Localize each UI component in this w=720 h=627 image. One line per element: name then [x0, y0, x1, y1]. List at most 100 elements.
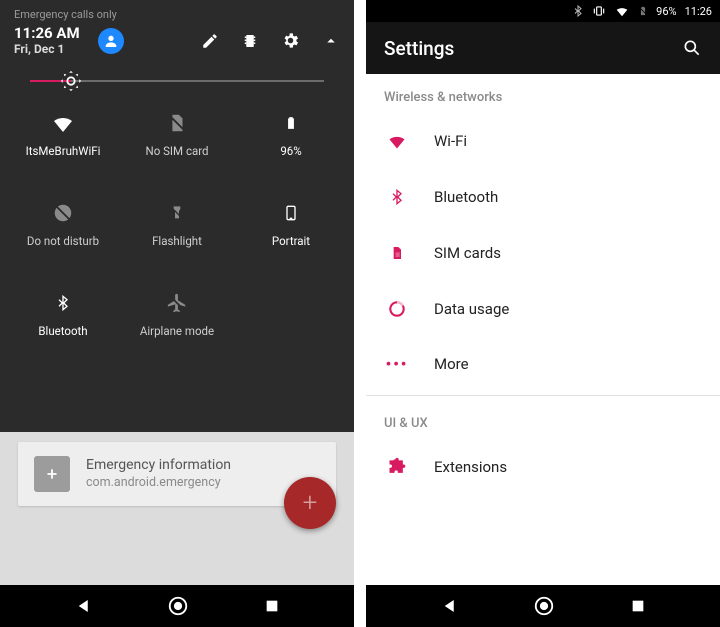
tile-label: Bluetooth [38, 324, 87, 338]
more-icon: ••• [386, 355, 408, 373]
tile-portrait[interactable]: Portrait [234, 188, 348, 260]
wifi-icon [387, 131, 407, 151]
wifi-icon [51, 111, 75, 135]
setting-label: Data usage [434, 300, 509, 318]
tile-label: 96% [280, 144, 301, 158]
collapse-button[interactable] [322, 32, 340, 50]
bluetooth-status-icon [572, 5, 584, 17]
setting-label: SIM cards [434, 244, 501, 262]
gear-icon [281, 31, 300, 50]
date-label: Fri, Dec 1 [14, 42, 80, 56]
qs-header-actions [201, 31, 340, 50]
navigation-bar [0, 585, 354, 627]
bluetooth-icon [389, 187, 405, 207]
setting-label: Extensions [434, 458, 507, 476]
section-wireless: Wireless & networks [366, 74, 720, 113]
plus-box-icon [41, 463, 63, 485]
back-icon [75, 597, 93, 615]
setting-sim[interactable]: SIM cards [366, 225, 720, 281]
notification-title: Emergency information [86, 456, 231, 475]
quick-settings-panel: Emergency calls only 11:26 AM Fri, Dec 1 [0, 0, 354, 627]
recents-icon [264, 598, 280, 614]
tile-label: Airplane mode [140, 324, 214, 338]
tile-dnd[interactable]: Do not disturb [6, 188, 120, 260]
navigation-bar [366, 585, 720, 627]
setting-label: Bluetooth [434, 188, 498, 206]
device-button[interactable] [241, 32, 259, 50]
tile-wifi[interactable]: ItsMeBruhWiFi [6, 98, 120, 170]
airplane-off-icon [166, 292, 188, 314]
tile-no-sim[interactable]: No SIM card [120, 98, 234, 170]
portrait-icon [283, 201, 299, 225]
setting-extensions[interactable]: Extensions [366, 439, 720, 495]
notification-text: Emergency information com.android.emerge… [86, 456, 231, 492]
tile-battery[interactable]: 96% [234, 98, 348, 170]
user-avatar[interactable] [98, 28, 124, 54]
nav-recents[interactable] [630, 598, 646, 614]
pencil-icon [201, 32, 219, 50]
tile-bluetooth[interactable]: Bluetooth [6, 278, 120, 350]
dnd-off-icon [52, 202, 74, 224]
flashlight-off-icon [169, 201, 185, 225]
fab-add[interactable]: + [284, 477, 336, 529]
setting-label: More [434, 355, 469, 373]
qs-clock: 11:26 AM Fri, Dec 1 [14, 25, 80, 56]
recents-icon [630, 598, 646, 614]
wifi-status-icon [614, 4, 630, 18]
setting-bluetooth[interactable]: Bluetooth [366, 169, 720, 225]
extension-icon [387, 457, 407, 477]
battery-percent: 96% [656, 5, 676, 18]
notification-app-icon [34, 456, 70, 492]
nav-back[interactable] [75, 597, 93, 615]
home-icon [533, 595, 555, 617]
search-icon [682, 38, 702, 58]
nav-home[interactable] [167, 595, 189, 617]
app-title: Settings [384, 37, 454, 60]
bluetooth-icon [55, 291, 71, 315]
settings-button[interactable] [281, 31, 300, 50]
time-label: 11:26 AM [14, 25, 80, 42]
tile-flashlight[interactable]: Flashlight [120, 188, 234, 260]
vibrate-icon [592, 4, 606, 18]
brightness-thumb[interactable] [60, 70, 82, 92]
status-bar: 96% 11:26 [366, 0, 720, 22]
search-button[interactable] [682, 38, 702, 58]
setting-data-usage[interactable]: Data usage [366, 281, 720, 337]
brightness-slider[interactable] [0, 66, 354, 88]
data-usage-icon [387, 299, 407, 319]
nav-recents[interactable] [264, 598, 280, 614]
qs-header: 11:26 AM Fri, Dec 1 [0, 21, 354, 66]
person-icon [103, 33, 119, 49]
back-icon [441, 597, 459, 615]
tile-label: No SIM card [145, 144, 208, 158]
app-bar: Settings [366, 22, 720, 74]
no-sim-icon [166, 111, 188, 135]
chip-icon [241, 32, 259, 50]
settings-list[interactable]: Wireless & networks Wi-Fi Bluetooth SIM … [366, 74, 720, 495]
nav-back[interactable] [441, 597, 459, 615]
nav-home[interactable] [533, 595, 555, 617]
tile-airplane[interactable]: Airplane mode [120, 278, 234, 350]
phone-settings: 96% 11:26 Settings Wireless & networks W… [366, 0, 720, 627]
battery-status-icon [638, 4, 648, 18]
tile-label: ItsMeBruhWiFi [26, 144, 101, 158]
status-time: 11:26 [685, 5, 712, 18]
edit-button[interactable] [201, 32, 219, 50]
setting-label: Wi-Fi [434, 132, 467, 150]
tile-label: Do not disturb [27, 234, 99, 248]
section-ui-ux: UI & UX [366, 400, 720, 439]
battery-icon [284, 111, 298, 135]
sim-icon [389, 243, 405, 263]
brightness-track [30, 80, 324, 82]
tile-label: Portrait [272, 234, 310, 248]
home-icon [167, 595, 189, 617]
phone-quick-settings: Emergency calls only 11:26 AM Fri, Dec 1 [0, 0, 354, 627]
quick-settings-grid: ItsMeBruhWiFi No SIM card 96% Do not dis… [0, 88, 354, 370]
chevron-up-icon [322, 32, 340, 50]
setting-more[interactable]: ••• More [366, 337, 720, 391]
setting-wifi[interactable]: Wi-Fi [366, 113, 720, 169]
status-bar-text: Emergency calls only [0, 0, 354, 21]
brightness-icon [60, 70, 82, 92]
divider [366, 395, 720, 396]
tile-label: Flashlight [152, 234, 202, 248]
